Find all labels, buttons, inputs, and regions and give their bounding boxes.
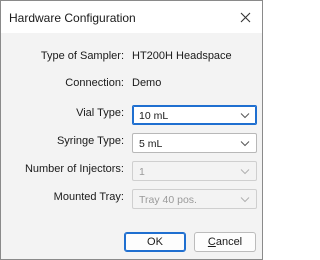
chevron-down-icon <box>240 141 250 147</box>
vial-type-value: 10 mL <box>139 110 169 122</box>
syringe-type-label: Syringe Type: <box>56 135 124 147</box>
syringe-type-select[interactable]: 5 mL <box>132 133 257 153</box>
num-injectors-value: 1 <box>139 166 145 178</box>
syringe-type-value: 5 mL <box>139 138 163 150</box>
mounted-tray-value: Tray 40 pos. <box>139 194 197 206</box>
vial-type-label: Vial Type: <box>76 107 124 119</box>
num-injectors-select: 1 <box>132 161 257 181</box>
dialog-title: Hardware Configuration <box>9 11 136 25</box>
sampler-type-label: Type of Sampler: <box>40 50 124 62</box>
chevron-down-icon <box>240 113 250 119</box>
close-button[interactable] <box>234 6 256 28</box>
connection-label: Connection: <box>65 77 124 89</box>
cancel-mnemonic: C <box>207 236 216 248</box>
hardware-configuration-dialog: Hardware Configuration Type of Sampler: … <box>0 0 263 260</box>
cancel-button[interactable]: Cancel <box>194 232 256 252</box>
mounted-tray-label: Mounted Tray: <box>53 191 124 203</box>
chevron-down-icon <box>240 197 250 203</box>
ok-button[interactable]: OK <box>124 232 186 252</box>
ok-button-label: OK <box>147 236 163 248</box>
cancel-button-label: Cancel <box>208 236 242 248</box>
num-injectors-label: Number of Injectors: <box>24 163 124 175</box>
title-bar: Hardware Configuration <box>1 1 262 33</box>
sampler-type-value: HT200H Headspace <box>132 50 232 62</box>
close-icon <box>240 12 250 22</box>
mounted-tray-select: Tray 40 pos. <box>132 189 257 209</box>
chevron-down-icon <box>240 169 250 175</box>
connection-value: Demo <box>132 77 162 89</box>
vial-type-select[interactable]: 10 mL <box>132 105 257 125</box>
cancel-label-rest: ancel <box>215 236 243 248</box>
